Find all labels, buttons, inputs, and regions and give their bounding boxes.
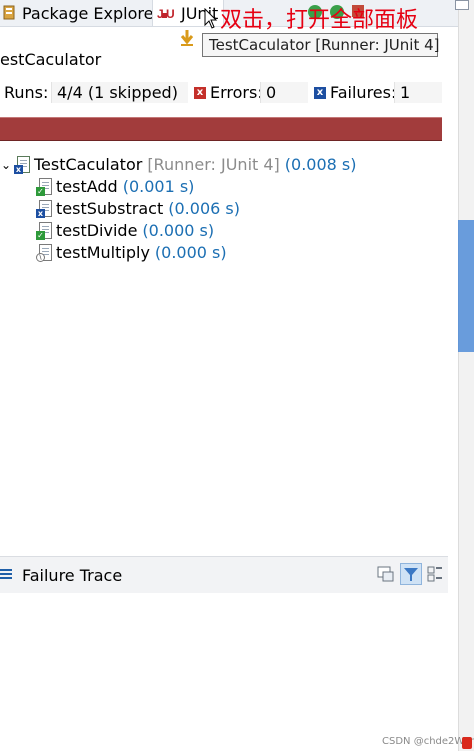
failures-label: Failures: bbox=[330, 83, 397, 102]
test-time: (0.000 s) bbox=[142, 221, 215, 240]
test-name: testMultiply bbox=[56, 243, 150, 262]
tab-package-explorer[interactable]: Package Explorer bbox=[0, 0, 160, 26]
errors-label: Errors: bbox=[210, 83, 263, 102]
watermark: CSDN @chde2Wang bbox=[382, 736, 474, 747]
tree-item-testSubstract[interactable]: x testSubstract (0.006 s) bbox=[36, 198, 240, 219]
junit-icon: JU bbox=[157, 5, 177, 21]
tree-item-testDivide[interactable]: ✓ testDivide (0.000 s) bbox=[36, 220, 214, 241]
counter-panel: Runs: 4/4 (1 skipped) x Errors: 0 x Fail… bbox=[0, 80, 450, 106]
tree-item-testMultiply[interactable]: \ testMultiply (0.000 s) bbox=[36, 242, 227, 263]
package-explorer-icon bbox=[2, 5, 16, 21]
errors-value: 0 bbox=[260, 82, 308, 103]
failure-trace-header: Failure Trace bbox=[0, 556, 448, 594]
runs-label: Runs: bbox=[4, 83, 49, 102]
next-failure-icon[interactable] bbox=[178, 28, 196, 52]
copy-trace-icon[interactable] bbox=[427, 565, 445, 587]
tooltip: TestCaculator [Runner: JUnit 4] bbox=[202, 33, 440, 57]
test-name: testAdd bbox=[56, 177, 118, 196]
error-icon: x bbox=[194, 86, 206, 99]
tree-root-row[interactable]: ⌄ x TestCaculator [Runner: JUnit 4] (0.0… bbox=[0, 154, 357, 175]
mouse-cursor-icon bbox=[204, 7, 218, 34]
test-time: (0.006 s) bbox=[168, 199, 240, 218]
svg-text:U: U bbox=[166, 7, 175, 21]
root-runner: [Runner: JUnit 4] bbox=[147, 155, 280, 174]
compare-results-icon[interactable] bbox=[377, 565, 395, 587]
tab-package-explorer-label: Package Explorer bbox=[22, 3, 161, 23]
test-progress-bar bbox=[0, 117, 442, 141]
failure-trace-body[interactable] bbox=[0, 593, 448, 751]
collapse-chevron-icon[interactable]: ⌄ bbox=[0, 158, 12, 172]
test-passed-icon: ✓ bbox=[36, 177, 52, 196]
test-name: testSubstract bbox=[56, 199, 164, 218]
test-passed-icon: ✓ bbox=[36, 221, 52, 240]
test-time: (0.000 s) bbox=[154, 243, 227, 262]
minimize-icon[interactable] bbox=[455, 0, 469, 10]
errors-counter: x Errors: bbox=[194, 83, 263, 102]
filter-stack-trace-icon[interactable] bbox=[400, 563, 422, 585]
failure-icon: x bbox=[314, 86, 326, 99]
failures-value: 1 bbox=[394, 82, 442, 103]
status-icon bbox=[462, 737, 472, 749]
test-name: testDivide bbox=[56, 221, 138, 240]
tree-item-testAdd[interactable]: ✓ testAdd (0.001 s) bbox=[36, 176, 194, 197]
scrollbar-thumb[interactable] bbox=[458, 220, 474, 352]
runs-value: 4/4 (1 skipped) bbox=[51, 82, 188, 103]
test-time: (0.001 s) bbox=[122, 177, 195, 196]
failure-trace-icon bbox=[0, 567, 14, 586]
test-failed-icon: x bbox=[36, 199, 52, 218]
failures-counter: x Failures: bbox=[314, 83, 396, 102]
annotation-text: 双击，打开全部面板 bbox=[220, 8, 419, 33]
root-test-name: TestCaculator bbox=[34, 155, 143, 174]
test-class-label[interactable]: estCaculator bbox=[0, 48, 101, 70]
test-suite-failed-icon: x bbox=[14, 155, 30, 174]
failure-trace-title: Failure Trace bbox=[22, 566, 123, 585]
right-scrollbar[interactable] bbox=[458, 0, 474, 751]
test-skipped-icon: \ bbox=[36, 243, 52, 262]
root-time: (0.008 s) bbox=[284, 155, 357, 174]
